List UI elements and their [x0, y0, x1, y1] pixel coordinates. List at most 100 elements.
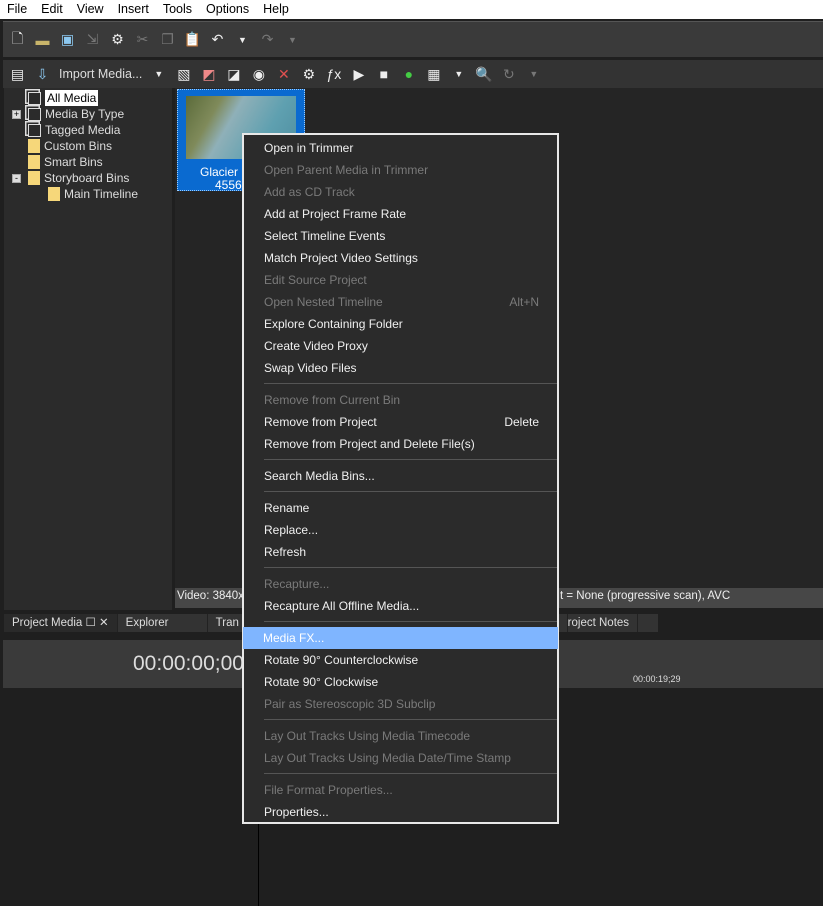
- menu-item-media-fx[interactable]: Media FX...: [243, 627, 558, 649]
- maximize-icon[interactable]: ☐: [86, 617, 96, 629]
- menu-item-pair-as-stereoscopic-3d-subclip: Pair as Stereoscopic 3D Subclip: [244, 693, 557, 715]
- stop-icon[interactable]: ■: [375, 66, 392, 83]
- media-fx-icon[interactable]: ƒx: [325, 66, 342, 83]
- menu-item-file-format-properties: File Format Properties...: [244, 779, 557, 801]
- menu-item-label: Lay Out Tracks Using Media Date/Time Sta…: [264, 751, 511, 765]
- media-toolbar: ▤ ⇩ Import Media... ▼ ▧ ◩ ◪ ◉ ✕ ⚙ ƒx ▶ ■…: [3, 60, 823, 88]
- menu-item-search-media-bins[interactable]: Search Media Bins...: [244, 465, 557, 487]
- menu-separator: [264, 383, 557, 384]
- menu-item-select-timeline-events[interactable]: Select Timeline Events: [244, 225, 557, 247]
- menu-item-swap-video-files[interactable]: Swap Video Files: [244, 357, 557, 379]
- play-icon[interactable]: ▶: [350, 66, 367, 83]
- menu-item-label: Remove from Project: [264, 415, 377, 429]
- menu-file[interactable]: File: [0, 0, 34, 19]
- menu-item-remove-from-project[interactable]: Remove from Project Delete: [244, 411, 557, 433]
- menu-item-open-parent-media-in-trimmer: Open Parent Media in Trimmer: [244, 159, 557, 181]
- paste-icon[interactable]: 📋: [184, 31, 201, 48]
- menu-item-refresh[interactable]: Refresh: [244, 541, 557, 563]
- context-menu: Open in Trimmer Open Parent Media in Trim…: [242, 133, 559, 824]
- menu-item-label: Properties...: [264, 805, 329, 819]
- menu-item-lay-out-tracks-using-media-date-time-stamp: Lay Out Tracks Using Media Date/Time Sta…: [244, 747, 557, 769]
- close-icon[interactable]: ✕: [275, 66, 292, 83]
- tree-item-main-timeline[interactable]: Main Timeline: [48, 186, 138, 202]
- chevron-down-icon[interactable]: ▼: [284, 31, 301, 48]
- menu-separator: [264, 621, 557, 622]
- menu-item-label: Recapture...: [264, 577, 330, 591]
- expand-icon[interactable]: +: [12, 110, 21, 119]
- menu-item-rotate-90-counterclockwise[interactable]: Rotate 90° Counterclockwise: [244, 649, 557, 671]
- chevron-down-icon[interactable]: ▼: [525, 66, 542, 83]
- tab-explorer[interactable]: Explorer: [118, 614, 208, 632]
- menu-item-create-video-proxy[interactable]: Create Video Proxy: [244, 335, 557, 357]
- menu-item-properties[interactable]: Properties...: [244, 801, 557, 823]
- remove-unused-icon[interactable]: ▤: [9, 66, 26, 83]
- new-file-icon[interactable]: 🗋: [9, 30, 26, 48]
- menu-item-recapture-all-offline-media[interactable]: Recapture All Offline Media...: [244, 595, 557, 617]
- menu-item-label: Match Project Video Settings: [264, 251, 418, 265]
- menu-item-open-nested-timeline: Open Nested Timeline Alt+N: [244, 291, 557, 313]
- chevron-down-icon[interactable]: ▼: [450, 66, 467, 83]
- menu-insert[interactable]: Insert: [111, 0, 156, 19]
- menu-separator: [264, 719, 557, 720]
- menu-item-remove-from-project-and-delete-file-s[interactable]: Remove from Project and Delete File(s): [244, 433, 557, 455]
- tab-project-media[interactable]: Project Media ☐ ✕: [4, 614, 118, 632]
- menu-item-replace[interactable]: Replace...: [244, 519, 557, 541]
- menu-item-label: Select Timeline Events: [264, 229, 386, 243]
- menu-separator: [264, 491, 557, 492]
- tree-item-label: Custom Bins: [44, 139, 113, 153]
- tree-item-custom-bins[interactable]: Custom Bins: [28, 138, 112, 154]
- close-icon[interactable]: ✕: [99, 617, 109, 629]
- auto-preview-icon[interactable]: ●: [400, 66, 417, 83]
- menu-bar: File Edit View Insert Tools Options Help: [0, 0, 823, 19]
- search-icon[interactable]: 🔍: [475, 66, 492, 83]
- undo-icon[interactable]: ↶: [209, 31, 226, 48]
- tree-item-label: All Media: [45, 90, 99, 106]
- menu-view[interactable]: View: [70, 0, 111, 19]
- refresh-icon[interactable]: ↻: [500, 66, 517, 83]
- copy-icon[interactable]: ❐: [159, 31, 176, 48]
- menu-item-match-project-video-settings[interactable]: Match Project Video Settings: [244, 247, 557, 269]
- menu-item-explore-containing-folder[interactable]: Explore Containing Folder: [244, 313, 557, 335]
- open-folder-icon[interactable]: ▬: [34, 31, 51, 48]
- tree-item-media-by-type[interactable]: Media By Type: [28, 106, 124, 122]
- render-icon[interactable]: ⇲: [84, 31, 101, 48]
- tree-item-tagged-media[interactable]: Tagged Media: [28, 122, 120, 138]
- get-photo-icon[interactable]: ◪: [225, 66, 242, 83]
- menu-options[interactable]: Options: [199, 0, 256, 19]
- import-icon[interactable]: ⇩: [34, 66, 51, 83]
- media-bin-icon: [28, 107, 41, 121]
- extract-disc-icon[interactable]: ◉: [250, 66, 267, 83]
- get-media-icon[interactable]: ◩: [200, 66, 217, 83]
- menu-item-label: Refresh: [264, 545, 307, 559]
- capture-icon[interactable]: ▧: [175, 66, 192, 83]
- import-media-button[interactable]: Import Media...: [59, 67, 142, 81]
- menu-separator: [264, 459, 557, 460]
- tree-item-smart-bins[interactable]: Smart Bins: [28, 154, 103, 170]
- redo-icon[interactable]: ↷: [259, 31, 276, 48]
- menu-item-label: Rename: [264, 501, 310, 515]
- collapse-icon[interactable]: -: [12, 174, 21, 183]
- chevron-down-icon[interactable]: ▼: [234, 31, 251, 48]
- menu-item-open-in-trimmer[interactable]: Open in Trimmer: [244, 137, 557, 159]
- menu-help[interactable]: Help: [256, 0, 296, 19]
- menu-tools[interactable]: Tools: [156, 0, 199, 19]
- views-icon[interactable]: ▦: [425, 66, 442, 83]
- menu-item-label: Open in Trimmer: [264, 141, 354, 155]
- tab-project-notes[interactable]: roject Notes: [568, 614, 639, 632]
- gear-icon[interactable]: ⚙: [109, 31, 126, 48]
- chevron-down-icon[interactable]: ▼: [150, 66, 167, 83]
- tree-item-storyboard-bins[interactable]: Storyboard Bins: [28, 170, 129, 186]
- cut-icon[interactable]: ✂: [134, 31, 151, 48]
- save-icon[interactable]: ▣: [59, 31, 76, 48]
- menu-item-label: Search Media Bins...: [264, 469, 375, 483]
- menu-edit[interactable]: Edit: [34, 0, 70, 19]
- menu-item-rotate-90-clockwise[interactable]: Rotate 90° Clockwise: [244, 671, 557, 693]
- tree-item-all-media[interactable]: All Media: [28, 90, 99, 106]
- media-bin-icon: [28, 123, 41, 137]
- menu-item-add-at-project-frame-rate[interactable]: Add at Project Frame Rate: [244, 203, 557, 225]
- menu-item-label: Explore Containing Folder: [264, 317, 403, 331]
- menu-item-label: File Format Properties...: [264, 783, 393, 797]
- gear-icon[interactable]: ⚙: [300, 66, 317, 83]
- menu-item-rename[interactable]: Rename: [244, 497, 557, 519]
- menu-item-label: Lay Out Tracks Using Media Timecode: [264, 729, 471, 743]
